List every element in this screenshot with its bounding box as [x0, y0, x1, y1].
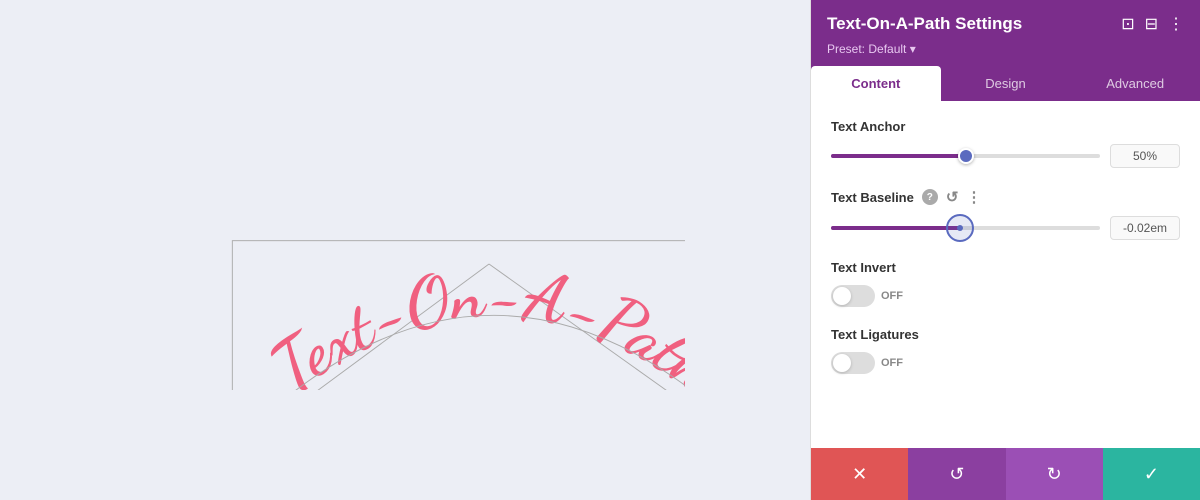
text-baseline-slider-row [831, 216, 1180, 240]
text-invert-toggle[interactable] [831, 285, 875, 307]
panel-title-icons: ⊡ ⊟ ⋮ [1121, 14, 1184, 34]
text-anchor-setting: Text Anchor [831, 119, 1180, 168]
text-ligatures-toggle-row: OFF [831, 352, 1180, 374]
settings-panel: Text-On-A-Path Settings ⊡ ⊟ ⋮ Preset: De… [810, 0, 1200, 500]
baseline-more-icon[interactable]: ⋮ [966, 188, 981, 206]
tab-content[interactable]: Content [811, 66, 941, 101]
text-invert-setting: Text Invert OFF [831, 260, 1180, 307]
text-invert-toggle-row: OFF [831, 285, 1180, 307]
baseline-reset-icon[interactable]: ↺ [946, 188, 959, 206]
text-ligatures-off-label: OFF [881, 357, 903, 369]
text-ligatures-toggle[interactable] [831, 352, 875, 374]
text-invert-label: Text Invert [831, 260, 1180, 275]
save-icon: ✓ [1144, 464, 1159, 485]
redo-icon: ↻ [1047, 464, 1062, 485]
path-container: Text-On-A-Path [125, 110, 685, 390]
cancel-button[interactable]: ✕ [811, 448, 908, 500]
tab-design[interactable]: Design [941, 66, 1071, 101]
columns-icon[interactable]: ⊟ [1145, 14, 1158, 34]
text-baseline-setting: Text Baseline ? ↺ ⋮ [831, 188, 1180, 240]
cancel-icon: ✕ [852, 464, 867, 485]
text-baseline-fill [831, 226, 960, 230]
panel-header: Text-On-A-Path Settings ⊡ ⊟ ⋮ Preset: De… [811, 0, 1200, 66]
text-ligatures-label: Text Ligatures [831, 327, 1180, 342]
text-baseline-thumb[interactable] [946, 214, 974, 242]
panel-footer: ✕ ↺ ↻ ✓ [811, 448, 1200, 500]
tabs: Content Design Advanced [811, 66, 1200, 101]
more-icon[interactable]: ⋮ [1168, 14, 1184, 34]
canvas-area: Text-On-A-Path [0, 0, 810, 500]
text-ligatures-setting: Text Ligatures OFF [831, 327, 1180, 374]
preset-selector[interactable]: Preset: Default ▾ [827, 42, 1184, 56]
svg-text:Text-On-A-Path: Text-On-A-Path [255, 253, 685, 390]
text-anchor-thumb[interactable] [958, 148, 974, 164]
expand-icon[interactable]: ⊡ [1121, 14, 1134, 34]
text-baseline-label: Text Baseline ? ↺ ⋮ [831, 188, 1180, 206]
text-invert-knob [833, 287, 851, 305]
panel-body: Text Anchor Text Baseline ? ↺ ⋮ [811, 101, 1200, 448]
save-button[interactable]: ✓ [1103, 448, 1200, 500]
text-anchor-value[interactable] [1110, 144, 1180, 168]
text-baseline-track[interactable] [831, 226, 1100, 230]
baseline-help-icon[interactable]: ? [922, 189, 938, 205]
undo-button[interactable]: ↺ [908, 448, 1005, 500]
text-anchor-fill [831, 154, 966, 158]
text-ligatures-knob [833, 354, 851, 372]
text-anchor-track[interactable] [831, 154, 1100, 158]
redo-button[interactable]: ↻ [1006, 448, 1103, 500]
panel-title: Text-On-A-Path Settings [827, 14, 1022, 34]
text-invert-off-label: OFF [881, 290, 903, 302]
text-baseline-value[interactable] [1110, 216, 1180, 240]
tab-advanced[interactable]: Advanced [1070, 66, 1200, 101]
undo-icon: ↺ [949, 464, 964, 485]
text-anchor-label: Text Anchor [831, 119, 1180, 134]
text-anchor-slider-row [831, 144, 1180, 168]
